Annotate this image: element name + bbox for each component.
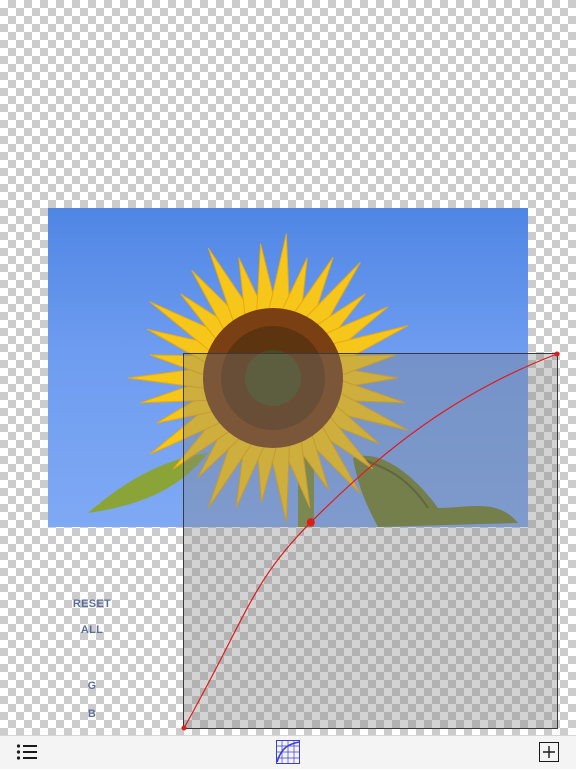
curve-point-mid[interactable] xyxy=(306,518,315,527)
add-icon[interactable] xyxy=(539,742,559,762)
bottom-toolbar xyxy=(0,735,576,769)
reset-button[interactable]: RESET xyxy=(62,598,122,610)
all-channel-button[interactable]: ALL xyxy=(62,624,122,636)
tone-curve[interactable] xyxy=(181,351,560,731)
curve-editor-panel[interactable] xyxy=(181,351,560,731)
curve-line xyxy=(183,353,558,729)
curve-point-start[interactable] xyxy=(181,725,187,731)
grid-curve-icon[interactable] xyxy=(276,740,300,764)
green-channel-button[interactable]: G xyxy=(62,680,122,692)
curve-point-end[interactable] xyxy=(554,351,560,357)
list-icon[interactable] xyxy=(16,743,38,761)
blue-channel-button[interactable]: B xyxy=(62,708,122,720)
